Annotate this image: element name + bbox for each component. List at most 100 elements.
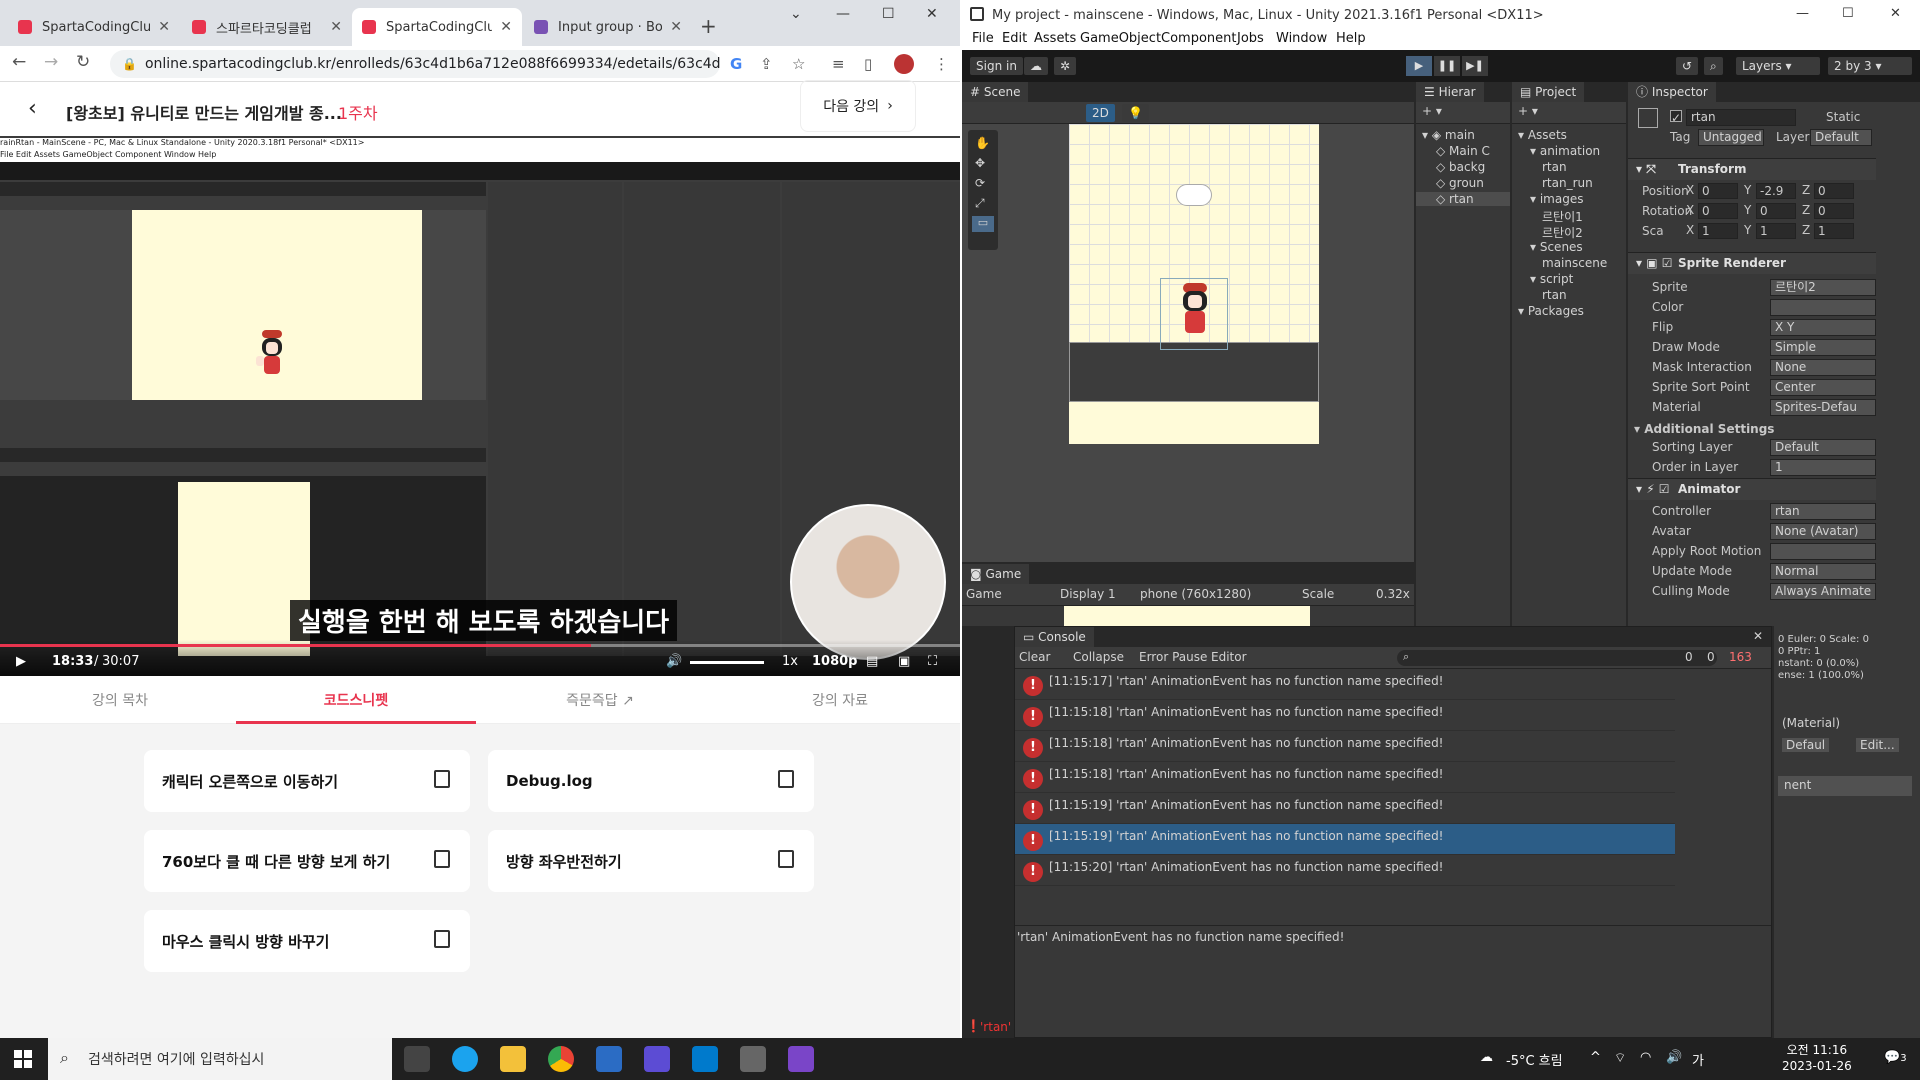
- tab-qna[interactable]: 즉문즉답 ↗: [480, 690, 720, 710]
- layout-dropdown[interactable]: 2 by 3 ▾: [1828, 57, 1912, 75]
- browser-tab-4[interactable]: Input group · Boot ✕: [524, 8, 692, 46]
- project-item[interactable]: mainscene: [1542, 256, 1607, 270]
- inspector-row-value[interactable]: None (Avatar): [1770, 523, 1876, 540]
- menu-window[interactable]: Window: [1276, 31, 1327, 46]
- project-item[interactable]: rtan: [1542, 160, 1567, 174]
- close-tab-icon[interactable]: ✕: [330, 19, 342, 35]
- close-window-icon[interactable]: ✕: [1890, 6, 1901, 21]
- project-item[interactable]: ▾ Assets: [1518, 128, 1567, 142]
- add-icon[interactable]: + ▾: [1518, 104, 1538, 118]
- browser-tab-2[interactable]: 스파르타코딩클럽 ✕: [182, 8, 352, 46]
- project-item[interactable]: ▾ animation: [1530, 144, 1600, 158]
- inspector-row-value[interactable]: Center: [1770, 379, 1876, 396]
- copy-icon[interactable]: [778, 770, 794, 788]
- volume-icon[interactable]: 🔊: [1666, 1050, 1682, 1065]
- volume-icon[interactable]: 🔊: [666, 654, 682, 669]
- inspector-row-value[interactable]: rtan: [1770, 503, 1876, 520]
- tab-inspector[interactable]: ⓘ Inspector: [1628, 82, 1716, 102]
- tab-materials[interactable]: 강의 자료: [720, 690, 960, 710]
- reading-list-icon[interactable]: ≡: [832, 55, 845, 73]
- tab-code-snippets[interactable]: 코드스니펫: [236, 690, 476, 710]
- notification-icon[interactable]: 💬3: [1884, 1050, 1907, 1065]
- browser-tab-1[interactable]: SpartaCodingClub ✕: [8, 8, 180, 46]
- scene-2d-toggle[interactable]: 2D: [1086, 104, 1115, 122]
- status-message[interactable]: 'rtan': [980, 1020, 1011, 1034]
- static-label[interactable]: Static: [1826, 110, 1860, 124]
- ime-icon[interactable]: 가: [1692, 1050, 1704, 1069]
- back-arrow-icon[interactable]: ‹: [28, 96, 37, 121]
- resolution-dropdown[interactable]: phone (760x1280): [1140, 587, 1251, 601]
- project-item[interactable]: 르탄이1: [1542, 208, 1583, 225]
- tab-console[interactable]: ▭ Console: [1015, 627, 1094, 647]
- menu-file[interactable]: File: [972, 31, 994, 46]
- inspector-row-value[interactable]: 르탄이2: [1770, 279, 1876, 296]
- editor-dropdown[interactable]: Editor: [1211, 650, 1247, 664]
- project-item[interactable]: rtan_run: [1542, 176, 1593, 190]
- tag-dropdown[interactable]: Untagged: [1698, 129, 1764, 146]
- close-tab-icon[interactable]: ✕: [158, 19, 170, 35]
- hierarchy-item[interactable]: ▾ ◈ main: [1422, 128, 1475, 142]
- close-window-icon[interactable]: ✕: [926, 6, 938, 22]
- quality-button[interactable]: 1080p: [812, 654, 858, 669]
- console-log-row[interactable]: ! [11:15:18] 'rtan' AnimationEvent has no…: [1015, 700, 1675, 731]
- tab-project[interactable]: ▤ Project: [1512, 82, 1585, 102]
- hierarchy-item-selected[interactable]: ◇ rtan: [1416, 192, 1510, 206]
- material-edit-button[interactable]: Edit...: [1856, 738, 1899, 752]
- animator-header[interactable]: ▾ ⚡ ☑ Animator: [1628, 478, 1876, 500]
- tray-chevron-icon[interactable]: ^: [1590, 1050, 1601, 1065]
- inspector-row-value[interactable]: 1: [1770, 459, 1876, 476]
- collab-icon[interactable]: ✲: [1054, 57, 1077, 75]
- chevron-down-icon[interactable]: ⌄: [790, 6, 802, 22]
- chrome-icon[interactable]: [548, 1046, 574, 1072]
- new-tab-icon[interactable]: +: [700, 14, 717, 38]
- inspector-row-value[interactable]: Normal: [1770, 563, 1876, 580]
- position-y[interactable]: -2.9: [1756, 183, 1796, 199]
- console-log-row[interactable]: ! [11:15:17] 'rtan' AnimationEvent has no…: [1015, 669, 1675, 700]
- rotation-x[interactable]: 0: [1698, 203, 1738, 219]
- tab-curriculum[interactable]: 강의 목차: [0, 690, 240, 710]
- position-z[interactable]: 0: [1814, 183, 1854, 199]
- info-count[interactable]: 0: [1685, 650, 1693, 664]
- inspector-row-value[interactable]: [1770, 299, 1876, 316]
- scale-z[interactable]: 1: [1814, 223, 1854, 239]
- snippet-card[interactable]: 마우스 클릭시 방향 바꾸기: [144, 910, 470, 972]
- maximize-icon[interactable]: ☐: [1842, 6, 1854, 21]
- profile-avatar[interactable]: [894, 54, 914, 74]
- volume-slider[interactable]: [690, 661, 764, 664]
- hand-tool-icon[interactable]: ✋: [975, 136, 990, 150]
- project-item[interactable]: ▾ Packages: [1518, 304, 1584, 318]
- copy-icon[interactable]: [778, 850, 794, 868]
- hierarchy-item[interactable]: ◇ backg: [1436, 160, 1485, 174]
- star-icon[interactable]: ☆: [792, 55, 805, 73]
- unity-hub-icon[interactable]: [644, 1046, 670, 1072]
- scale-tool-icon[interactable]: ⤢: [975, 196, 985, 211]
- video-progress-bar[interactable]: [0, 644, 960, 647]
- weather-icon[interactable]: ☁: [1480, 1050, 1493, 1065]
- snippet-card[interactable]: 760보다 클 때 다른 방향 보게 하기: [144, 830, 470, 892]
- scene-view[interactable]: ✋ ✥ ⟳ ⤢ ▭: [962, 124, 1414, 562]
- scale-y[interactable]: 1: [1756, 223, 1796, 239]
- edge-icon[interactable]: [452, 1046, 478, 1072]
- snippet-card[interactable]: 캐릭터 오른쪽으로 이동하기: [144, 750, 470, 812]
- console-log-row[interactable]: ! [11:15:19] 'rtan' AnimationEvent has no…: [1015, 824, 1675, 855]
- taskbar-search-input[interactable]: ⌕ 검색하려면 여기에 입력하십시: [48, 1038, 392, 1080]
- scale-x[interactable]: 1: [1698, 223, 1738, 239]
- hierarchy-item[interactable]: ◇ Main C: [1436, 144, 1490, 158]
- tab-game[interactable]: ◙ Game: [962, 564, 1030, 584]
- maximize-icon[interactable]: ☐: [882, 6, 895, 22]
- sign-in-button[interactable]: Sign in: [970, 57, 1023, 75]
- step-icon[interactable]: ▶❚: [1462, 56, 1488, 76]
- console-log-row[interactable]: ! [11:15:18] 'rtan' AnimationEvent has no…: [1015, 762, 1675, 793]
- project-item[interactable]: ▾ script: [1530, 272, 1573, 286]
- display-dropdown[interactable]: Display 1: [1060, 587, 1116, 601]
- app-icon[interactable]: [596, 1046, 622, 1072]
- inspector-row-value[interactable]: X Y: [1770, 319, 1876, 336]
- transform-header[interactable]: ▾ ⤧ Transform: [1628, 158, 1876, 180]
- network-icon[interactable]: ⌔: [1614, 1050, 1626, 1066]
- console-log-row[interactable]: ! [11:15:20] 'rtan' AnimationEvent has no…: [1015, 855, 1675, 886]
- reload-icon[interactable]: ↻: [76, 52, 90, 72]
- close-tab-icon[interactable]: ✕: [500, 19, 512, 35]
- next-lecture-button[interactable]: 다음 강의 ›: [800, 80, 916, 132]
- layers-dropdown[interactable]: Layers ▾: [1736, 57, 1820, 75]
- side-panel-icon[interactable]: ▯: [864, 55, 872, 73]
